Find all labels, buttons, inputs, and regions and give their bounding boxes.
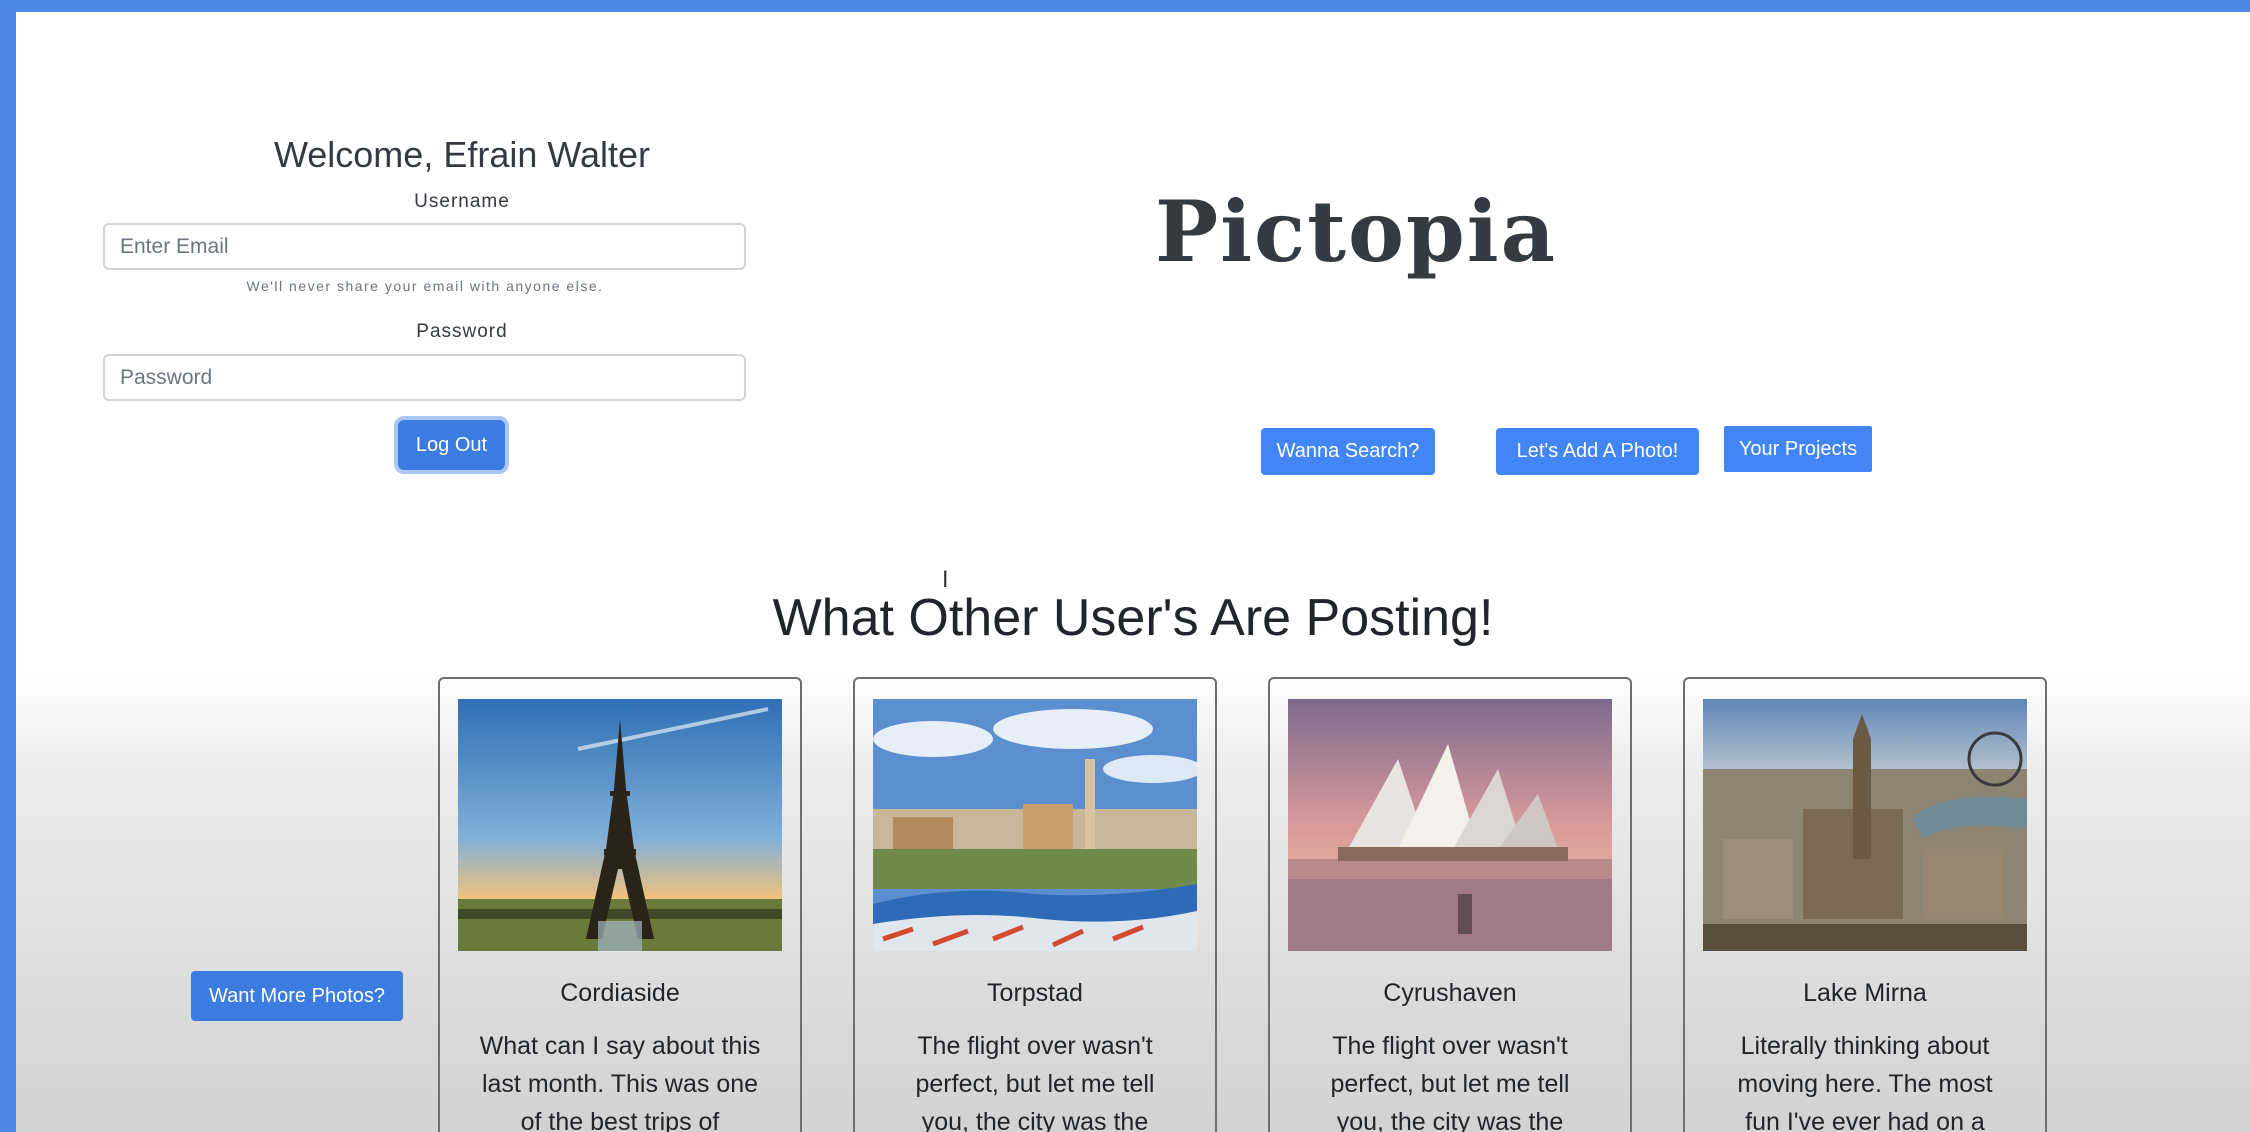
sydney-opera-house-photo — [1288, 699, 1612, 951]
post-card[interactable]: Cordiaside What can I say about this las… — [438, 677, 802, 1132]
post-card[interactable]: Lake Mirna Literally thinking about movi… — [1683, 677, 2047, 1132]
card-city: Cordiaside — [560, 979, 680, 1007]
card-description: What can I say about this last month. Th… — [479, 1032, 761, 1132]
eiffel-tower-photo — [458, 699, 782, 951]
card-description: The flight over wasn't perfect, but let … — [915, 1032, 1155, 1132]
search-button[interactable]: Wanna Search? — [1261, 428, 1435, 475]
email-field[interactable] — [103, 223, 746, 270]
brand-title: Pictopia — [1154, 182, 1558, 281]
post-card[interactable]: Cyrushaven The flight over wasn't perfec… — [1268, 677, 1632, 1132]
welcome-heading: Welcome, Efrain Walter — [273, 134, 651, 175]
card-description: The flight over wasn't perfect, but let … — [1330, 1032, 1570, 1132]
london-cityscape-photo — [1703, 699, 2027, 951]
password-field[interactable] — [103, 354, 746, 401]
password-label: Password — [416, 321, 508, 342]
log-out-button[interactable]: Log Out — [398, 420, 505, 470]
card-city: Torpstad — [987, 979, 1083, 1007]
add-photo-button[interactable]: Let's Add A Photo! — [1496, 428, 1699, 475]
post-card[interactable]: Torpstad The flight over wasn't perfect,… — [853, 677, 1217, 1132]
want-more-photos-button[interactable]: Want More Photos? — [191, 971, 403, 1021]
username-label: Username — [414, 191, 510, 212]
card-city: Lake Mirna — [1803, 979, 1927, 1007]
card-city: Cyrushaven — [1383, 979, 1517, 1007]
your-projects-button[interactable]: Your Projects — [1724, 426, 1872, 472]
feed-title: What Other User's Are Posting! — [772, 589, 1494, 647]
card-description: Literally thinking about moving here. Th… — [1737, 1032, 1993, 1132]
email-hint: We'll never share your email with anyone… — [246, 278, 604, 294]
page: Welcome, Efrain Walter Username We'll ne… — [16, 12, 2250, 1132]
park-guell-photo — [873, 699, 1197, 951]
